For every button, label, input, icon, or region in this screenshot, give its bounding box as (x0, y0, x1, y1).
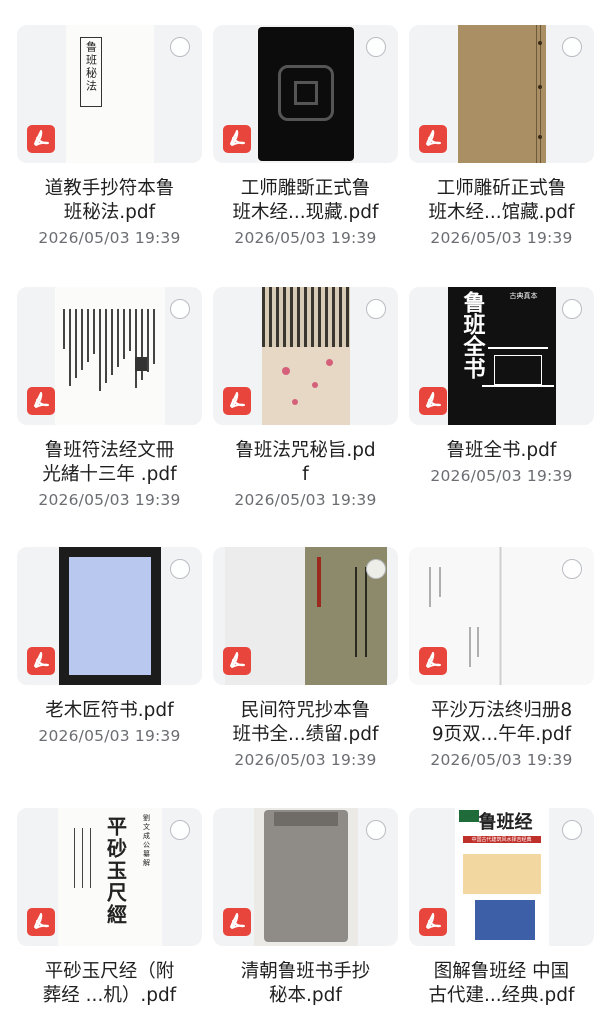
file-name: 鲁班全书.pdf (409, 439, 594, 463)
file-thumbnail[interactable] (213, 547, 398, 685)
file-thumbnail[interactable]: 劉文成公纂解 平砂玉尺經 (17, 808, 202, 946)
file-card[interactable]: 鲁班经中国古代建筑风水择吉经典图解鲁班经 中国 古代建...经典.pdf (409, 808, 594, 1024)
pdf-icon (27, 387, 55, 415)
file-name-line: 工师雕斫正式鲁 (436, 178, 567, 199)
file-name: 清朝鲁班书手抄 秘本.pdf (213, 960, 398, 1008)
file-name-line: 鲁班全书.pdf (446, 440, 557, 461)
file-name: 平沙万法终归册8 9页双...午年.pdf (409, 699, 594, 747)
pdf-icon (223, 647, 251, 675)
file-name: 鲁班法咒秘旨.pd f (213, 439, 398, 487)
pdf-icon (223, 908, 251, 936)
file-date: 2026/05/03 19:39 (234, 491, 377, 509)
checkbox-circle-icon[interactable] (170, 37, 190, 57)
file-card[interactable]: 鲁班法咒秘旨.pd f 2026/05/03 19:39 (213, 287, 398, 527)
file-name-line: 道教手抄符本鲁 (44, 178, 175, 199)
checkbox-circle-icon[interactable] (562, 820, 582, 840)
file-card[interactable]: 老木匠符书.pdf 2026/05/03 19:39 (17, 547, 202, 787)
thumb-title-text: 鲁班秘法 (84, 41, 98, 93)
file-name: 平砂玉尺经（附 葬经 ...机）.pdf (17, 960, 202, 1008)
checkbox-circle-icon[interactable] (562, 559, 582, 579)
file-card[interactable]: 鲁班全书 古典真本鲁班全书.pdf 2026/05/03 19:39 (409, 287, 594, 527)
file-date: 2026/05/03 19:39 (234, 229, 377, 247)
file-card[interactable]: 工师雕斲正式鲁 班木经...现藏.pdf 2026/05/03 19:39 (213, 25, 398, 265)
file-thumbnail[interactable] (17, 547, 202, 685)
checkbox-circle-icon[interactable] (366, 299, 386, 319)
file-thumbnail[interactable] (213, 25, 398, 163)
file-date: 2026/05/03 19:39 (38, 229, 181, 247)
file-name-line: 古代建...经典.pdf (428, 985, 575, 1006)
file-name: 鲁班符法经文冊 光緒十三年 .pdf (17, 439, 202, 487)
file-thumbnail[interactable] (409, 547, 594, 685)
pdf-icon (419, 908, 447, 936)
file-name-line: 班木经...现藏.pdf (232, 202, 379, 223)
checkbox-circle-icon[interactable] (562, 37, 582, 57)
thumb-tag-text: 古典真本 (509, 292, 538, 300)
file-date: 2026/05/03 19:39 (38, 491, 181, 509)
thumb-title-text: 鲁班经 (478, 812, 533, 833)
checkbox-circle-icon[interactable] (562, 299, 582, 319)
file-name-line: 光緒十三年 .pdf (42, 464, 177, 485)
checkbox-circle-icon[interactable] (366, 37, 386, 57)
file-name-line: 9页双...午年.pdf (431, 724, 572, 745)
file-date: 2026/05/03 19:39 (38, 727, 181, 745)
pdf-icon (419, 125, 447, 153)
file-thumbnail[interactable]: 鲁班秘法 (17, 25, 202, 163)
thumb-tag-text: 劉文成公纂解 (142, 814, 151, 868)
thumb-title-text: 鲁班全书 (459, 291, 485, 379)
file-card[interactable]: 民间符咒抄本鲁 班书全...绩留.pdf 2026/05/03 19:39 (213, 547, 398, 787)
file-card[interactable]: 鲁班符法经文冊 光緒十三年 .pdf 2026/05/03 19:39 (17, 287, 202, 527)
checkbox-circle-icon[interactable] (170, 820, 190, 840)
file-card[interactable]: 工师雕斫正式鲁 班木经...馆藏.pdf 2026/05/03 19:39 (409, 25, 594, 265)
file-name-line: f (302, 464, 309, 485)
file-name-line: 图解鲁班经 中国 (433, 961, 570, 982)
thumb-title-text: 平砂玉尺經 (103, 816, 128, 926)
file-name-line: 鲁班符法经文冊 (44, 440, 175, 461)
file-name-line: 班书全...绩留.pdf (232, 724, 379, 745)
file-name-line: 老木匠符书.pdf (45, 700, 174, 721)
thumb-tag-text: 中国古代建筑风水择吉经典 (462, 836, 541, 843)
file-name-line: 班木经...馆藏.pdf (428, 202, 575, 223)
file-name-line: 葬经 ...机）.pdf (42, 985, 177, 1006)
pdf-icon (27, 908, 55, 936)
file-name-line: 清朝鲁班书手抄 (240, 961, 371, 982)
file-thumbnail[interactable]: 鲁班经中国古代建筑风水择吉经典 (409, 808, 594, 946)
checkbox-circle-icon[interactable] (366, 820, 386, 840)
file-name: 民间符咒抄本鲁 班书全...绩留.pdf (213, 699, 398, 747)
file-name: 老木匠符书.pdf (17, 699, 202, 723)
file-name-line: 平砂玉尺经（附 (44, 961, 175, 982)
file-thumbnail[interactable] (213, 808, 398, 946)
file-name: 道教手抄符本鲁 班秘法.pdf (17, 177, 202, 225)
file-name-line: 鲁班法咒秘旨.pd (235, 440, 376, 461)
file-name-line: 工师雕斲正式鲁 (240, 178, 371, 199)
file-name: 工师雕斲正式鲁 班木经...现藏.pdf (213, 177, 398, 225)
pdf-icon (419, 647, 447, 675)
file-card[interactable]: 鲁班秘法道教手抄符本鲁 班秘法.pdf 2026/05/03 19:39 (17, 25, 202, 265)
pdf-icon (419, 387, 447, 415)
pdf-icon (223, 125, 251, 153)
file-name: 图解鲁班经 中国 古代建...经典.pdf (409, 960, 594, 1008)
file-date: 2026/05/03 19:39 (430, 229, 573, 247)
file-date: 2026/05/03 19:39 (430, 751, 573, 769)
pdf-icon (223, 387, 251, 415)
pdf-icon (27, 647, 55, 675)
file-name-line: 班秘法.pdf (63, 202, 156, 223)
file-name-line: 民间符咒抄本鲁 (240, 700, 371, 721)
checkbox-circle-icon[interactable] (366, 559, 386, 579)
file-name-line: 秘本.pdf (269, 985, 342, 1006)
file-name-line: 平沙万法终归册8 (430, 700, 573, 721)
checkbox-circle-icon[interactable] (170, 299, 190, 319)
file-name: 工师雕斫正式鲁 班木经...馆藏.pdf (409, 177, 594, 225)
file-date: 2026/05/03 19:39 (234, 751, 377, 769)
file-thumbnail[interactable]: 鲁班全书 古典真本 (409, 287, 594, 425)
file-card[interactable]: 清朝鲁班书手抄 秘本.pdf (213, 808, 398, 1024)
checkbox-circle-icon[interactable] (170, 559, 190, 579)
file-card[interactable]: 劉文成公纂解 平砂玉尺經平砂玉尺经（附 葬经 ...机）.pdf (17, 808, 202, 1024)
file-thumbnail[interactable] (213, 287, 398, 425)
file-thumbnail[interactable] (409, 25, 594, 163)
file-card[interactable]: 平沙万法终归册8 9页双...午年.pdf 2026/05/03 19:39 (409, 547, 594, 787)
file-thumbnail[interactable] (17, 287, 202, 425)
pdf-icon (27, 125, 55, 153)
file-date: 2026/05/03 19:39 (430, 467, 573, 485)
